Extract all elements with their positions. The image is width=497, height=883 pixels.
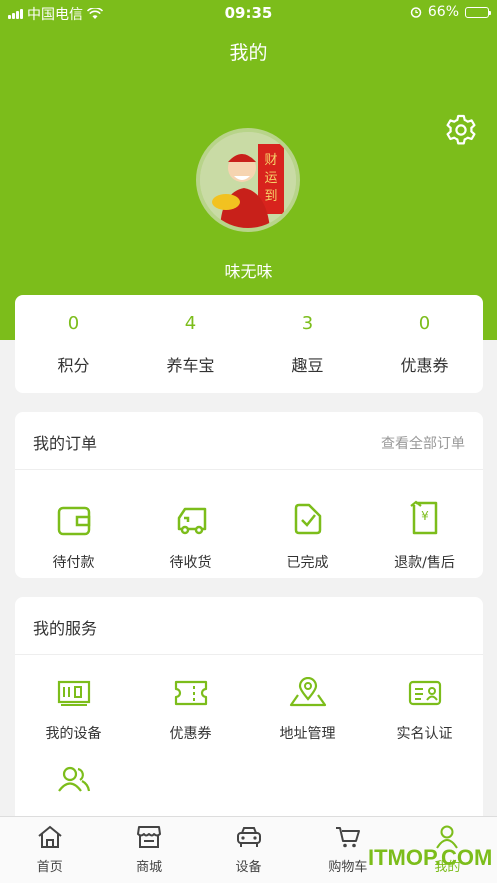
stat-value: 0 [418, 313, 431, 334]
stat-value: 0 [67, 313, 80, 334]
refund-icon: ¥ [409, 500, 437, 535]
stat-label: 养车宝 [166, 356, 215, 375]
device-icon [57, 680, 90, 706]
cart-icon [335, 827, 360, 848]
service-group[interactable] [15, 741, 132, 827]
service-coupons[interactable]: 优惠券 [132, 655, 249, 742]
svg-text:¥: ¥ [421, 509, 429, 523]
services-title: 我的服务 [33, 619, 98, 638]
service-label: 我的设备 [45, 726, 102, 742]
stats-card: 0 积分 4 养车宝 3 趣豆 0 优惠券 [15, 295, 483, 393]
watermark: ITMOP.COM [368, 845, 493, 870]
orders-grid: 待付款 待收货 已完成 ¥ 退款/售后 [15, 470, 483, 572]
gear-icon [446, 114, 476, 145]
services-header: 我的服务 [15, 597, 483, 655]
order-label: 待付款 [52, 555, 95, 571]
stat-value: 4 [184, 313, 197, 334]
stat-label: 趣豆 [291, 356, 324, 375]
service-real-name[interactable]: 实名认证 [366, 655, 483, 742]
stat-points[interactable]: 0 积分 [15, 295, 132, 393]
status-bar: 中国电信 09:35 66% [0, 0, 497, 26]
order-label: 退款/售后 [394, 555, 455, 571]
tab-home[interactable]: 首页 [0, 817, 99, 883]
id-card-icon [408, 680, 441, 706]
avatar[interactable]: 财 运 到 [196, 128, 300, 232]
group-icon [57, 766, 90, 792]
check-document-icon [294, 503, 321, 535]
stat-beans[interactable]: 3 趣豆 [249, 295, 366, 393]
tab-store[interactable]: 商城 [99, 817, 198, 883]
car-icon [236, 827, 261, 847]
stat-value: 3 [301, 313, 314, 334]
stat-car-treasure[interactable]: 4 养车宝 [132, 295, 249, 393]
status-right: 66% [410, 4, 491, 20]
svg-text:运: 运 [264, 171, 277, 186]
page-title: 我的 [229, 42, 268, 64]
order-label: 已完成 [286, 555, 329, 571]
location-icon [289, 677, 326, 707]
truck-icon [177, 507, 206, 535]
store-icon [137, 826, 162, 848]
orders-title: 我的订单 [33, 434, 98, 453]
services-grid: 我的设备 优惠券 地址管理 实名认证 [15, 655, 483, 827]
order-completed[interactable]: 已完成 [249, 470, 366, 572]
stat-coupons[interactable]: 0 优惠券 [366, 295, 483, 393]
wallet-icon [57, 506, 90, 536]
service-my-devices[interactable]: 我的设备 [15, 655, 132, 742]
order-label: 待收货 [169, 555, 212, 571]
battery-icon [465, 6, 491, 18]
orders-card: 我的订单 查看全部订单 待付款 待收货 已完成 ¥ 退款/售后 [15, 412, 483, 578]
svg-text:到: 到 [264, 189, 277, 204]
coupon-icon [174, 680, 207, 706]
services-card: 我的服务 我的设备 优惠券 地址管理 实名认证 [15, 597, 483, 837]
service-label: 地址管理 [279, 726, 336, 742]
orders-header: 我的订单 查看全部订单 [15, 412, 483, 470]
order-pending-payment[interactable]: 待付款 [15, 470, 132, 572]
service-label: 优惠券 [169, 726, 212, 742]
stat-label: 积分 [57, 356, 90, 375]
tab-label: 设备 [235, 860, 262, 875]
service-address[interactable]: 地址管理 [249, 655, 366, 742]
tab-label: 首页 [36, 860, 63, 875]
svg-text:财: 财 [264, 153, 277, 168]
service-label: 实名认证 [396, 726, 453, 742]
tab-device[interactable]: 设备 [199, 817, 298, 883]
alarm-icon [410, 7, 422, 18]
avatar-image: 财 运 到 [200, 132, 296, 228]
tab-label: 商城 [136, 860, 163, 875]
home-icon [38, 825, 62, 848]
stat-label: 优惠券 [400, 356, 449, 375]
view-all-orders-link[interactable]: 查看全部订单 [381, 433, 465, 453]
settings-button[interactable] [443, 112, 479, 148]
order-refund[interactable]: ¥ 退款/售后 [366, 470, 483, 572]
order-pending-receipt[interactable]: 待收货 [132, 470, 249, 572]
username: 味无味 [224, 262, 273, 281]
battery-percent: 66% [427, 4, 459, 20]
